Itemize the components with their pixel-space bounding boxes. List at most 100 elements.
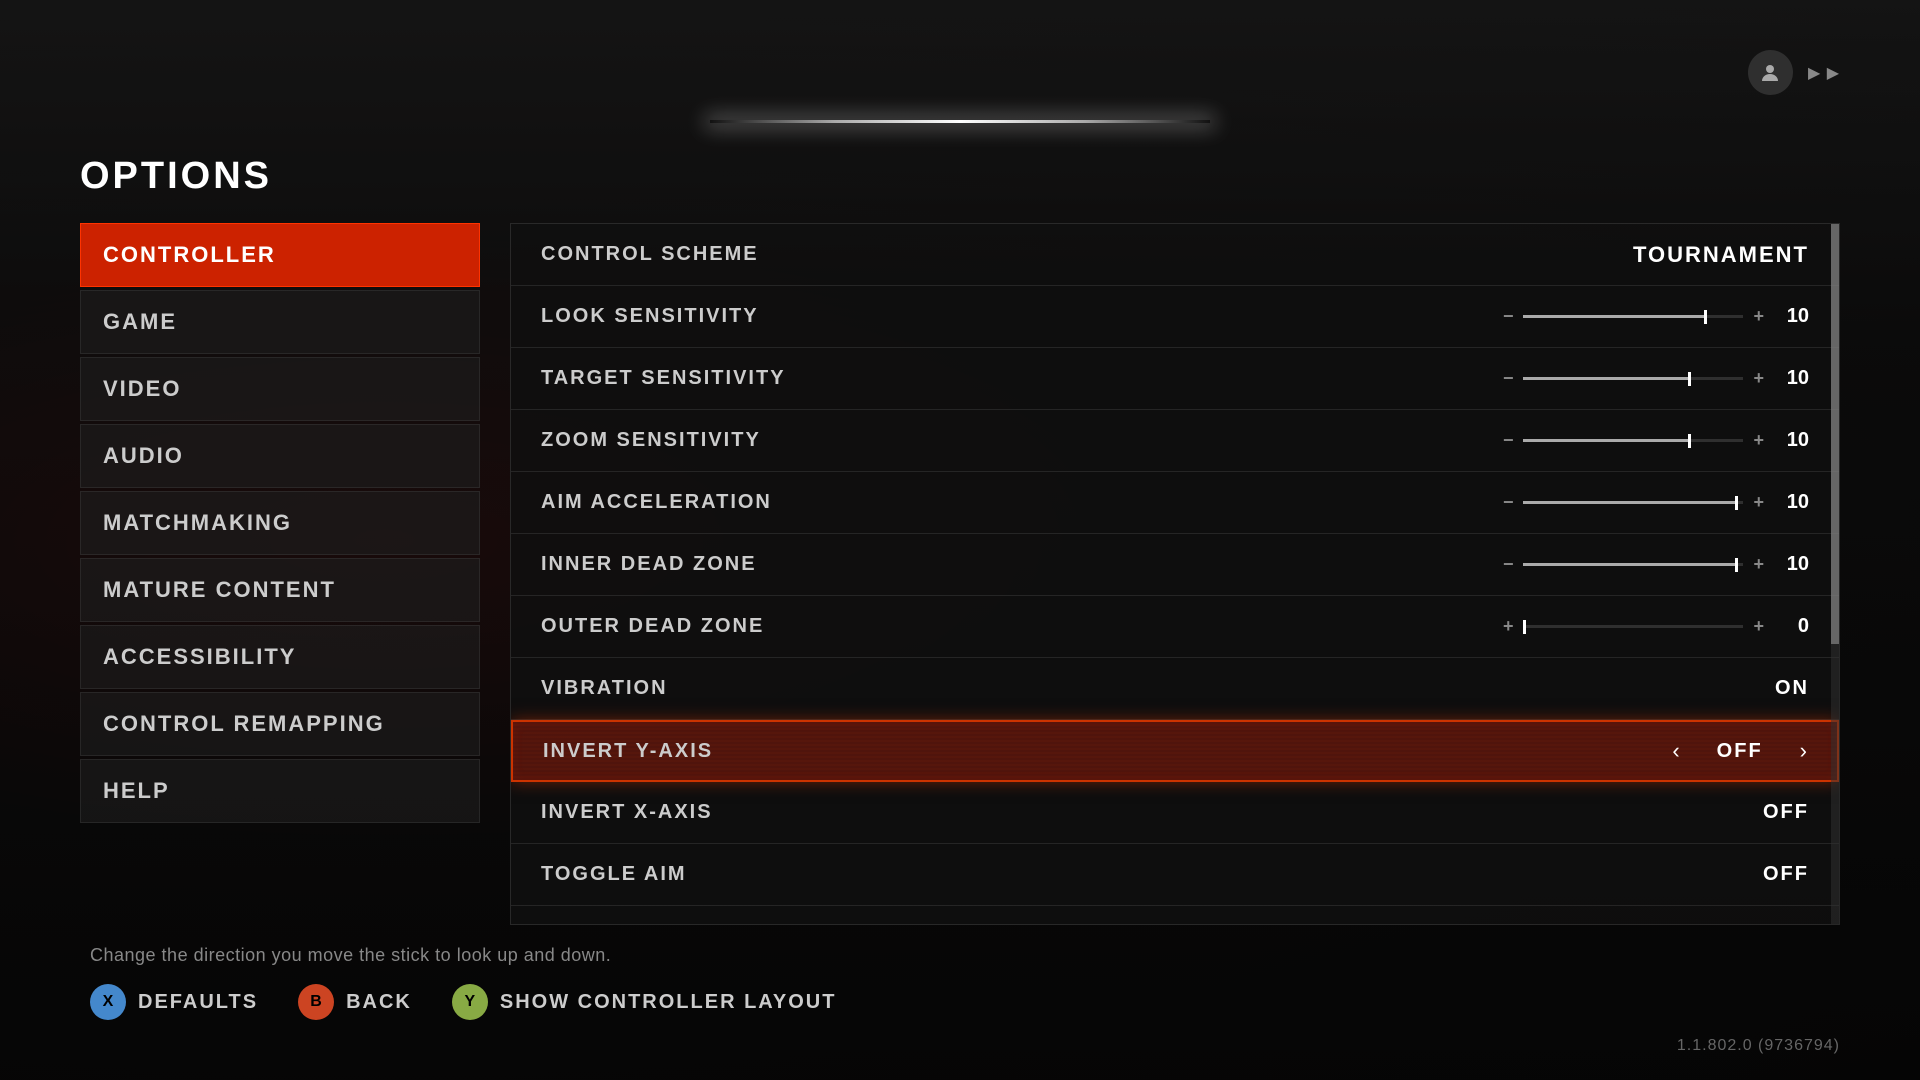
label-toggle-aim: TOGGLE AIM: [541, 863, 1763, 886]
back-button[interactable]: B BACK: [298, 984, 412, 1020]
version-text: 1.1.802.0 (9736794): [1677, 1037, 1840, 1055]
row-inner-dead-zone[interactable]: INNER DEAD ZONE − + 10: [511, 534, 1839, 596]
back-label: BACK: [346, 991, 412, 1014]
row-zoom-sensitivity[interactable]: ZOOM SENSITIVITY − + 10: [511, 410, 1839, 472]
button-row: X DEFAULTS B BACK Y SHOW CONTROLLER LAYO…: [90, 984, 1830, 1020]
sidebar-item-video[interactable]: VIDEO: [80, 357, 480, 421]
label-invert-x-axis: INVERT X-AXIS: [541, 801, 1763, 824]
scrollbar-thumb: [1831, 224, 1839, 644]
scrollbar[interactable]: [1831, 224, 1839, 924]
label-inner-dead-zone: INNER DEAD ZONE: [541, 553, 1503, 576]
row-vibration[interactable]: VIBRATION ON: [511, 658, 1839, 720]
value-inner-dead-zone: 10: [1779, 553, 1809, 576]
slider-track: [1523, 377, 1743, 380]
row-look-sensitivity[interactable]: LOOK SENSITIVITY − + 10: [511, 286, 1839, 348]
user-icon: [1748, 50, 1793, 95]
b-button-icon: B: [298, 984, 334, 1020]
slider-thumb: [1735, 558, 1738, 572]
value-target-sensitivity: 10: [1779, 367, 1809, 390]
arrow-right-btn[interactable]: ›: [1800, 738, 1807, 764]
top-right-area: ▶ ▶: [1748, 50, 1840, 95]
slider-plus: +: [1753, 492, 1764, 513]
label-zoom-sensitivity: ZOOM SENSITIVITY: [541, 429, 1503, 452]
slider-plus-left: +: [1503, 616, 1514, 637]
slider-aim-acceleration[interactable]: − + 10: [1503, 491, 1809, 514]
slider-target-sensitivity[interactable]: − + 10: [1503, 367, 1809, 390]
value-toggle-aim: OFF: [1763, 863, 1809, 886]
slider-thumb: [1688, 372, 1691, 386]
sidebar: CONTROLLER GAME VIDEO AUDIO MATCHMAKING …: [80, 223, 480, 925]
value-vibration: ON: [1775, 677, 1809, 700]
bottom-area: Change the direction you move the stick …: [80, 945, 1840, 1020]
row-control-scheme[interactable]: CONTROL SCHEME TOURNAMENT: [511, 224, 1839, 286]
selector-invert-y-axis[interactable]: ‹ OFF ›: [1672, 738, 1807, 764]
content-area: CONTROLLER GAME VIDEO AUDIO MATCHMAKING …: [80, 223, 1840, 925]
label-aim-acceleration: AIM ACCELERATION: [541, 491, 1503, 514]
label-invert-y-axis: INVERT Y-AXIS: [543, 740, 1672, 763]
slider-plus: +: [1753, 554, 1764, 575]
sidebar-item-game[interactable]: GAME: [80, 290, 480, 354]
row-toggle-aim[interactable]: TOGGLE AIM OFF: [511, 844, 1839, 906]
main-container: OPTIONS CONTROLLER GAME VIDEO AUDIO MATC…: [80, 155, 1840, 1020]
slider-plus: +: [1753, 616, 1764, 637]
page-title: OPTIONS: [80, 155, 1840, 198]
row-aim-acceleration[interactable]: AIM ACCELERATION − + 10: [511, 472, 1839, 534]
top-right-text: ▶ ▶: [1808, 63, 1840, 83]
slider-fill: [1523, 315, 1703, 318]
row-invert-x-axis[interactable]: INVERT X-AXIS OFF: [511, 782, 1839, 844]
top-bar-light: [710, 120, 1210, 123]
slider-look-sensitivity[interactable]: − + 10: [1503, 305, 1809, 328]
slider-track: [1523, 439, 1743, 442]
sidebar-item-help[interactable]: HELP: [80, 759, 480, 823]
defaults-button[interactable]: X DEFAULTS: [90, 984, 258, 1020]
slider-plus: +: [1753, 368, 1764, 389]
slider-thumb: [1704, 310, 1707, 324]
hint-text: Change the direction you move the stick …: [90, 945, 1830, 966]
sidebar-item-controller[interactable]: CONTROLLER: [80, 223, 480, 287]
slider-minus: −: [1503, 430, 1514, 451]
row-invert-y-axis[interactable]: INVERT Y-AXIS ‹ OFF ›: [511, 720, 1839, 782]
slider-fill: [1523, 501, 1734, 504]
label-target-sensitivity: TARGET SENSITIVITY: [541, 367, 1503, 390]
label-control-scheme: CONTROL SCHEME: [541, 243, 1633, 266]
slider-minus: −: [1503, 492, 1514, 513]
slider-outer-dead-zone[interactable]: + + 0: [1503, 615, 1809, 638]
sidebar-item-accessibility[interactable]: ACCESSIBILITY: [80, 625, 480, 689]
x-button-icon: X: [90, 984, 126, 1020]
sidebar-item-control-remapping[interactable]: CONTROL REMAPPING: [80, 692, 480, 756]
row-target-sensitivity[interactable]: TARGET SENSITIVITY − + 10: [511, 348, 1839, 410]
label-outer-dead-zone: OUTER DEAD ZONE: [541, 615, 1503, 638]
label-look-sensitivity: LOOK SENSITIVITY: [541, 305, 1503, 328]
slider-track: [1523, 501, 1743, 504]
value-control-scheme: TOURNAMENT: [1633, 242, 1809, 268]
slider-zoom-sensitivity[interactable]: − + 10: [1503, 429, 1809, 452]
sidebar-item-audio[interactable]: AUDIO: [80, 424, 480, 488]
slider-thumb: [1688, 434, 1691, 448]
slider-plus: +: [1753, 306, 1764, 327]
value-aim-acceleration: 10: [1779, 491, 1809, 514]
show-controller-layout-button[interactable]: Y SHOW CONTROLLER LAYOUT: [452, 984, 837, 1020]
row-outer-dead-zone[interactable]: OUTER DEAD ZONE + + 0: [511, 596, 1839, 658]
slider-thumb: [1735, 496, 1738, 510]
value-invert-x-axis: OFF: [1763, 801, 1809, 824]
slider-thumb: [1523, 620, 1526, 634]
slider-minus: −: [1503, 554, 1514, 575]
y-button-icon: Y: [452, 984, 488, 1020]
defaults-label: DEFAULTS: [138, 991, 258, 1014]
slider-minus: −: [1503, 306, 1514, 327]
slider-fill: [1523, 439, 1688, 442]
slider-track: [1523, 625, 1743, 628]
sidebar-item-matchmaking[interactable]: MATCHMAKING: [80, 491, 480, 555]
arrow-left-btn[interactable]: ‹: [1672, 738, 1679, 764]
value-zoom-sensitivity: 10: [1779, 429, 1809, 452]
sidebar-item-mature-content[interactable]: MATURE CONTENT: [80, 558, 480, 622]
value-outer-dead-zone: 0: [1779, 615, 1809, 638]
slider-track: [1523, 315, 1743, 318]
show-controller-layout-label: SHOW CONTROLLER LAYOUT: [500, 991, 837, 1014]
value-look-sensitivity: 10: [1779, 305, 1809, 328]
slider-fill: [1523, 377, 1688, 380]
label-vibration: VIBRATION: [541, 677, 1775, 700]
slider-fill: [1523, 563, 1734, 566]
slider-track: [1523, 563, 1743, 566]
slider-inner-dead-zone[interactable]: − + 10: [1503, 553, 1809, 576]
